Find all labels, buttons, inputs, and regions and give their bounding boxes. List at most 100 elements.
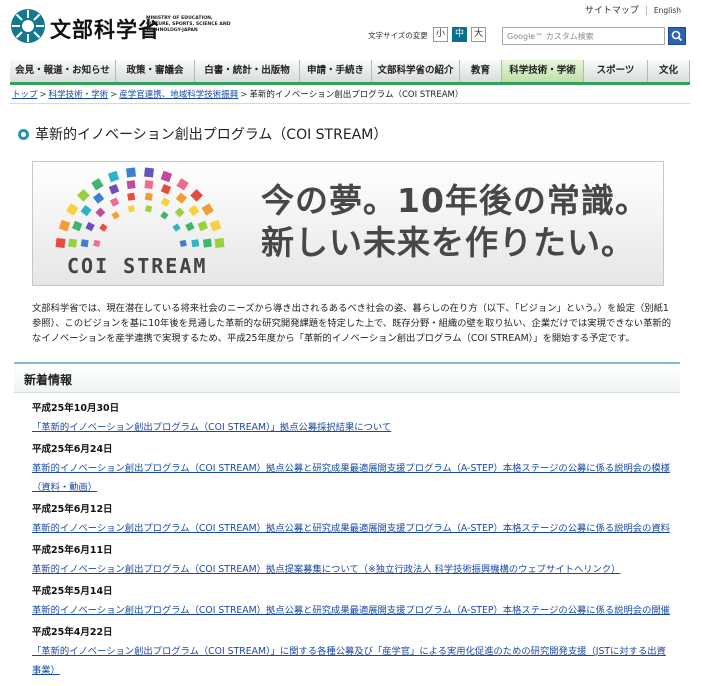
- logo-tile: [185, 221, 195, 232]
- logo-tile: [127, 205, 135, 213]
- news-date: 平成25年6月12日: [32, 504, 113, 515]
- sitemap-link[interactable]: サイトマップ: [578, 3, 646, 16]
- logo-tile: [92, 192, 105, 204]
- news-date: 平成25年6月11日: [32, 545, 113, 556]
- logo-tile: [144, 180, 154, 190]
- global-nav: 会見・報道・お知らせ 政策・審議会 白書・統計・出版物 申請・手続き 文部科学省…: [10, 60, 690, 85]
- logo-tile: [85, 221, 95, 232]
- logo-tile: [108, 183, 120, 195]
- logo-tile: [145, 205, 153, 213]
- logo-tile: [144, 192, 153, 201]
- news-link[interactable]: 革新的イノベーション創出プログラム（COI STREAM）拠点公募と研究成果最適…: [32, 523, 670, 534]
- news-link[interactable]: 革新的イノベーション創出プログラム（COI STREAM）拠点提案募集について（…: [32, 564, 620, 575]
- logo-tile: [99, 223, 108, 232]
- logo-tile: [58, 219, 71, 232]
- nav-item-science[interactable]: 科学技術・学術: [502, 60, 584, 82]
- breadcrumb-divider: [10, 103, 690, 104]
- logo-tile: [66, 203, 79, 216]
- logo-tile: [176, 178, 189, 191]
- news-link[interactable]: 革新的イノベーション創出プログラム（COI STREAM）拠点公募と研究成果最適…: [32, 463, 670, 493]
- news-item: 平成25年6月12日 革新的イノベーション創出プログラム（COI STREAM）…: [32, 503, 672, 535]
- news-item: 平成25年10月30日 「革新的イノベーション創出プログラム（COI STREA…: [32, 402, 672, 434]
- news-section-header: 新着情報: [14, 362, 680, 393]
- banner-logo-text: COI STREAM: [67, 254, 208, 278]
- title-bullet-icon: [18, 129, 29, 140]
- search-button[interactable]: [668, 27, 686, 45]
- search-input[interactable]: Google™ カスタム検索: [502, 27, 665, 45]
- logo-tile: [160, 170, 173, 183]
- news-date: 平成25年4月22日: [32, 627, 113, 638]
- breadcrumb-current: 革新的イノベーション創出プログラム（COI STREAM）: [249, 90, 464, 100]
- search-icon: [671, 30, 683, 42]
- news-item: 平成25年6月11日 革新的イノベーション創出プログラム（COI STREAM）…: [32, 544, 672, 576]
- logo-tile: [95, 207, 106, 218]
- logo-tile: [71, 220, 83, 232]
- logo-tile: [80, 204, 92, 217]
- logo-tile: [109, 197, 120, 207]
- coi-stream-logo-icon: [55, 167, 225, 248]
- breadcrumb: トップ > 科学技術・学術 > 産学官連携、地域科学技術振興 > 革新的イノベーション創出プ…: [12, 90, 464, 100]
- logo-tile: [188, 204, 200, 217]
- logo-tile: [202, 238, 212, 248]
- nav-item-policy[interactable]: 政策・審議会: [116, 60, 195, 82]
- logo-tile: [197, 220, 209, 232]
- logo-tile: [201, 203, 214, 216]
- logo-tile: [174, 207, 185, 218]
- font-size-large-button[interactable]: 大: [471, 27, 486, 42]
- logo-tile: [190, 189, 203, 202]
- news-item: 平成25年6月24日 革新的イノベーション創出プログラム（COI STREAM）…: [32, 443, 672, 494]
- top-links: サイトマップ English: [578, 3, 688, 16]
- banner-slogan: 今の夢。10年後の常識。 新しい未来を作りたい。: [261, 180, 649, 264]
- nav-item-culture[interactable]: 文化: [648, 60, 690, 82]
- logo-tile: [160, 197, 171, 207]
- logo-tile: [160, 183, 172, 195]
- english-link[interactable]: English: [645, 6, 688, 15]
- logo-tile: [175, 192, 188, 204]
- page-title: 革新的イノベーション創出プログラム（COI STREAM）: [35, 127, 388, 143]
- news-date: 平成25年10月30日: [32, 403, 120, 414]
- site-logo-text[interactable]: 文部科学省: [50, 14, 160, 44]
- nav-item-whitepaper[interactable]: 白書・統計・出版物: [195, 60, 300, 82]
- logo-tile: [91, 178, 104, 191]
- mext-logo-icon[interactable]: [10, 8, 46, 44]
- logo-tile: [144, 167, 154, 178]
- logo-tile: [160, 211, 169, 220]
- news-section-title: 新着情報: [24, 373, 73, 387]
- site-header: 文部科学省 MINISTRY OF EDUCATION, CULTURE, SP…: [0, 0, 702, 60]
- nav-item-about[interactable]: 文部科学省の紹介: [372, 60, 460, 82]
- nav-item-sports[interactable]: スポーツ: [584, 60, 648, 82]
- font-size-label: 文字サイズの変更: [368, 31, 428, 40]
- logo-tile: [179, 239, 187, 247]
- intro-paragraph: 文部科学省では、現在潜在している将来社会のニーズから導き出されるあるべき社会の姿…: [32, 303, 671, 344]
- news-link[interactable]: 「革新的イノベーション創出プログラム（COI STREAM）」拠点公募採択結果に…: [32, 422, 391, 433]
- logo-tile: [107, 170, 120, 183]
- banner-slogan-line2: 新しい未来を作りたい。: [261, 223, 635, 262]
- news-link[interactable]: 「革新的イノベーション創出プログラム（COI STREAM）」に関する各種公募及…: [32, 646, 666, 676]
- logo-tile: [80, 239, 89, 248]
- logo-tile: [172, 223, 181, 232]
- logo-tile: [55, 238, 66, 248]
- logo-tile: [68, 238, 78, 248]
- logo-tile: [77, 189, 90, 202]
- site-logo-english: MINISTRY OF EDUCATION, CULTURE, SPORTS, …: [146, 16, 231, 33]
- coi-stream-banner: COI STREAM 今の夢。10年後の常識。 新しい未来を作りたい。: [32, 161, 664, 286]
- logo-tile: [214, 238, 225, 248]
- breadcrumb-top[interactable]: トップ: [12, 90, 38, 100]
- logo-tile: [93, 239, 101, 247]
- font-size-medium-button[interactable]: 中: [452, 27, 467, 42]
- news-item: 平成25年4月22日 「革新的イノベーション創出プログラム（COI STREAM…: [32, 626, 672, 677]
- news-date: 平成25年5月14日: [32, 586, 113, 597]
- news-link[interactable]: 革新的イノベーション創出プログラム（COI STREAM）拠点公募と研究成果最適…: [32, 605, 670, 616]
- logo-tile: [127, 192, 136, 201]
- logo-tile: [126, 180, 136, 190]
- breadcrumb-industry[interactable]: 産学官連携、地域科学技術振興: [119, 90, 238, 100]
- nav-item-application[interactable]: 申請・手続き: [300, 60, 372, 82]
- news-list: 平成25年10月30日 「革新的イノベーション創出プログラム（COI STREA…: [32, 402, 672, 686]
- nav-item-press[interactable]: 会見・報道・お知らせ: [10, 60, 116, 82]
- nav-item-education[interactable]: 教育: [460, 60, 502, 82]
- breadcrumb-science[interactable]: 科学技術・学術: [49, 90, 109, 100]
- news-item: 平成25年5月14日 革新的イノベーション創出プログラム（COI STREAM）…: [32, 585, 672, 617]
- logo-tile: [111, 211, 120, 220]
- font-size-small-button[interactable]: 小: [433, 27, 448, 42]
- logo-tile: [209, 219, 222, 232]
